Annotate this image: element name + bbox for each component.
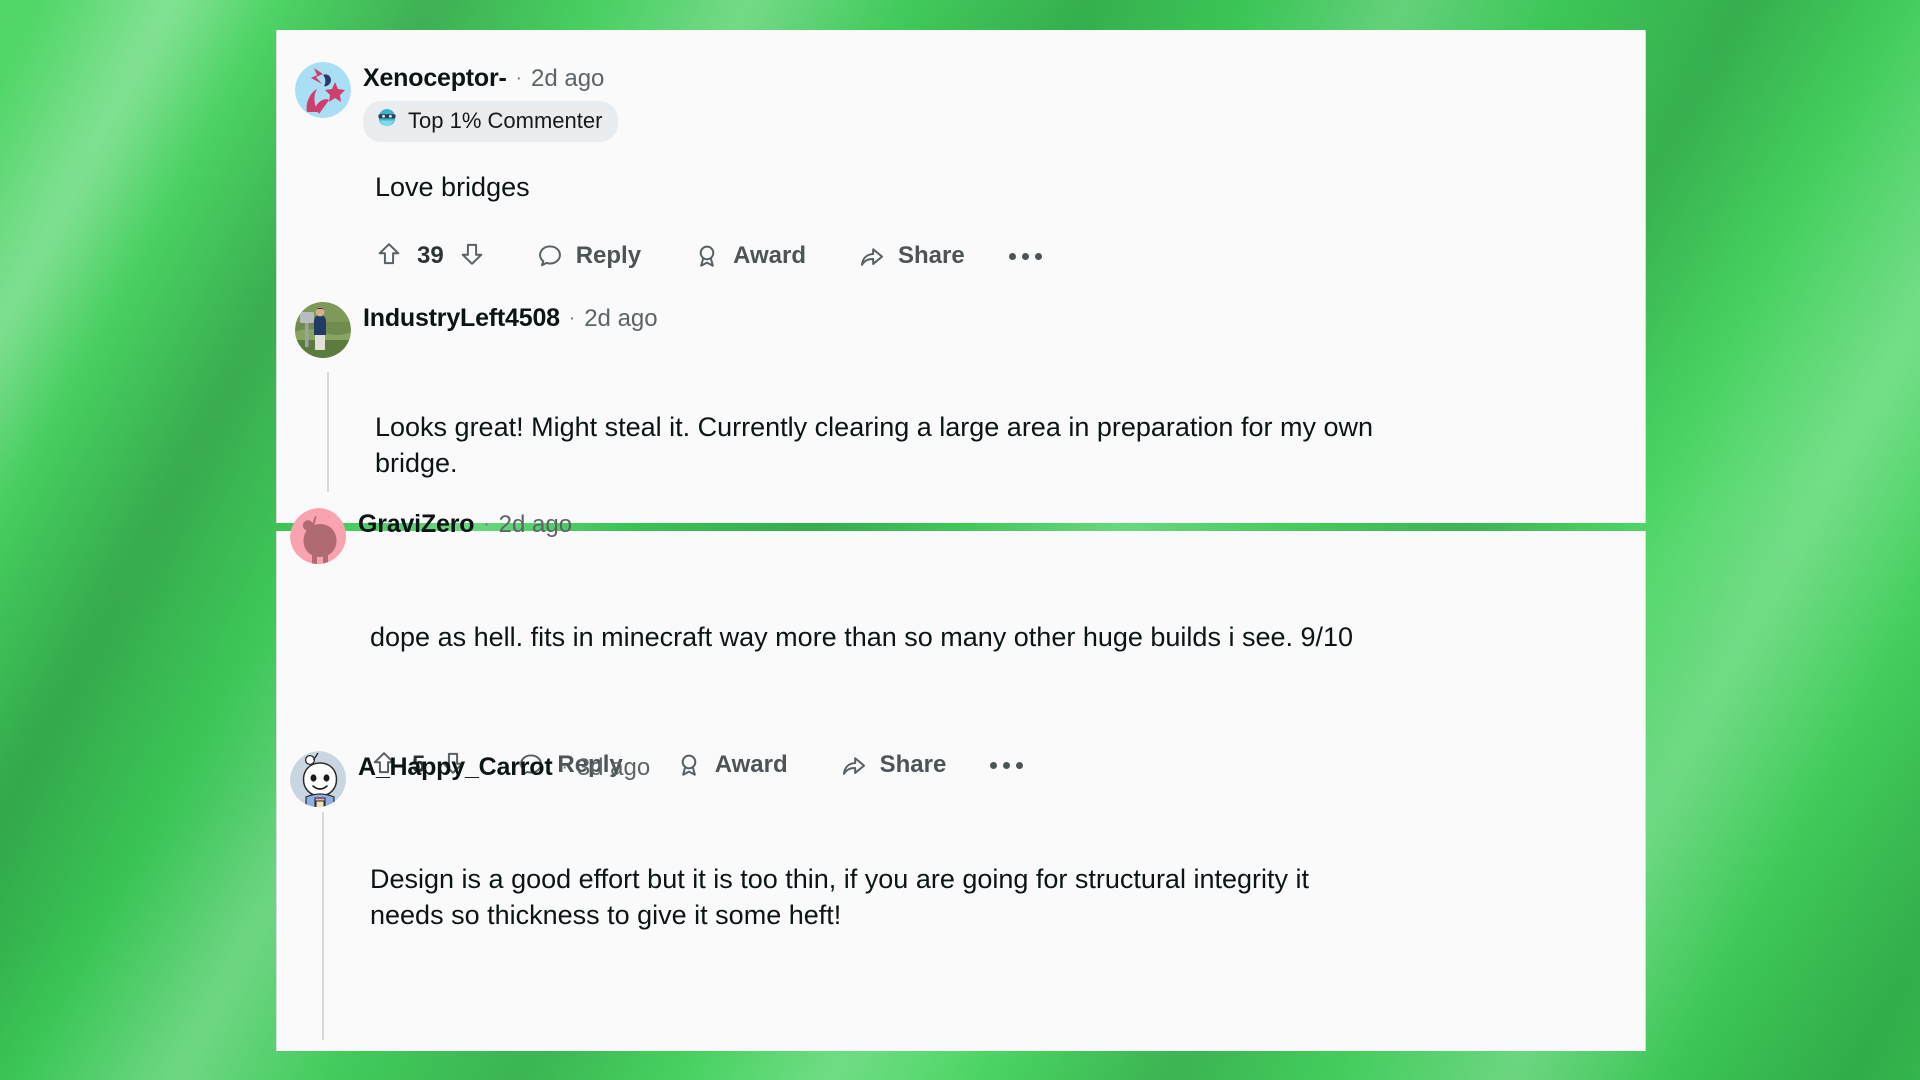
award-button[interactable]: Award: [693, 236, 806, 276]
vote-group: 39: [375, 240, 486, 273]
award-button[interactable]: Award: [675, 745, 788, 785]
comment-body-xenoceptor: Love bridges: [375, 172, 530, 202]
share-arrow-icon: [840, 751, 868, 779]
reply-label: Reply: [575, 242, 642, 269]
ninja-emoji-icon: [375, 106, 399, 136]
comment-timestamp: 2d ago: [498, 510, 573, 538]
status-badge-top-commenter[interactable]: Top 1% Commenter: [363, 101, 619, 142]
meta-separator: ·: [568, 308, 576, 329]
award-label: Award: [714, 751, 788, 778]
meta-separator: ·: [561, 757, 568, 778]
share-button[interactable]: Share: [840, 745, 947, 785]
comment-actions-xenoceptor: 39 Reply Award Share: [375, 236, 1042, 276]
vote-count: 39: [417, 242, 444, 269]
comment-meta-xenoceptor: Xenoceptor- · 2d ago Top 1% Commenter: [363, 62, 619, 142]
comment-username[interactable]: GraviZero: [358, 512, 475, 537]
more-options-button[interactable]: [1008, 252, 1042, 260]
dot-2: [1003, 761, 1011, 769]
meta-separator: ·: [483, 514, 490, 535]
comment-header-gravizero: GraviZero · 2d ago: [290, 508, 572, 564]
dot-3: [1016, 761, 1024, 769]
share-label: Share: [879, 751, 947, 778]
comment-username[interactable]: Xenoceptor-: [363, 66, 507, 91]
more-options-button[interactable]: [990, 761, 1024, 769]
share-button[interactable]: Share: [858, 236, 965, 276]
comment-timestamp: 3d ago: [576, 753, 651, 781]
comment-bubble-icon: [536, 242, 564, 270]
comment-meta-gravizero: GraviZero · 2d ago: [358, 508, 572, 537]
comment-meta-a-happy-carrot: A_Happy_Carrot · 3d ago: [358, 751, 650, 780]
downvote-arrow-icon[interactable]: [458, 240, 486, 273]
avatar[interactable]: [295, 62, 351, 118]
comment-body-industryleft4508: Looks great! Might steal it. Currently c…: [375, 412, 1373, 478]
comment-body-a-happy-carrot: Design is a good effort but it is too th…: [370, 864, 1309, 930]
share-label: Share: [897, 242, 965, 269]
thread-line[interactable]: [322, 812, 324, 1040]
dot-1: [990, 761, 998, 769]
meta-line: IndustryLeft4508 · 2d ago: [363, 306, 658, 331]
comments-stage: Xenoceptor- · 2d ago Top 1% Commenter Lo…: [0, 0, 1920, 1080]
upvote-arrow-icon[interactable]: [375, 240, 403, 273]
dot-3: [1034, 252, 1042, 260]
comment-header-xenoceptor: Xenoceptor- · 2d ago Top 1% Commenter: [295, 62, 619, 142]
comment-header-industryleft4508: IndustryLeft4508 · 2d ago: [295, 302, 658, 358]
comment-username[interactable]: IndustryLeft4508: [363, 306, 560, 331]
avatar[interactable]: [290, 751, 346, 807]
comment-timestamp: 2d ago: [530, 64, 605, 92]
award-ribbon-icon: [675, 751, 703, 779]
meta-line: Xenoceptor- · 2d ago: [363, 66, 618, 91]
thread-line[interactable]: [327, 372, 329, 492]
share-arrow-icon: [858, 242, 886, 270]
meta-line: A_Happy_Carrot · 3d ago: [358, 755, 650, 780]
meta-separator: ·: [515, 68, 522, 89]
comment-body-gravizero: dope as hell. fits in minecraft way more…: [370, 622, 1354, 652]
avatar[interactable]: [290, 508, 346, 564]
comment-header-a-happy-carrot: A_Happy_Carrot · 3d ago: [290, 751, 650, 807]
badge-label: Top 1% Commenter: [408, 108, 603, 133]
comment-username[interactable]: A_Happy_Carrot: [358, 755, 553, 780]
reply-button[interactable]: Reply: [536, 236, 641, 276]
comment-timestamp: 2d ago: [584, 304, 658, 332]
award-ribbon-icon: [693, 242, 721, 270]
dot-1: [1008, 252, 1016, 260]
award-label: Award: [733, 242, 806, 269]
comment-meta-industryleft4508: IndustryLeft4508 · 2d ago: [363, 302, 658, 331]
avatar[interactable]: [295, 302, 351, 358]
meta-line: GraviZero · 2d ago: [358, 512, 572, 537]
dot-2: [1021, 252, 1029, 260]
